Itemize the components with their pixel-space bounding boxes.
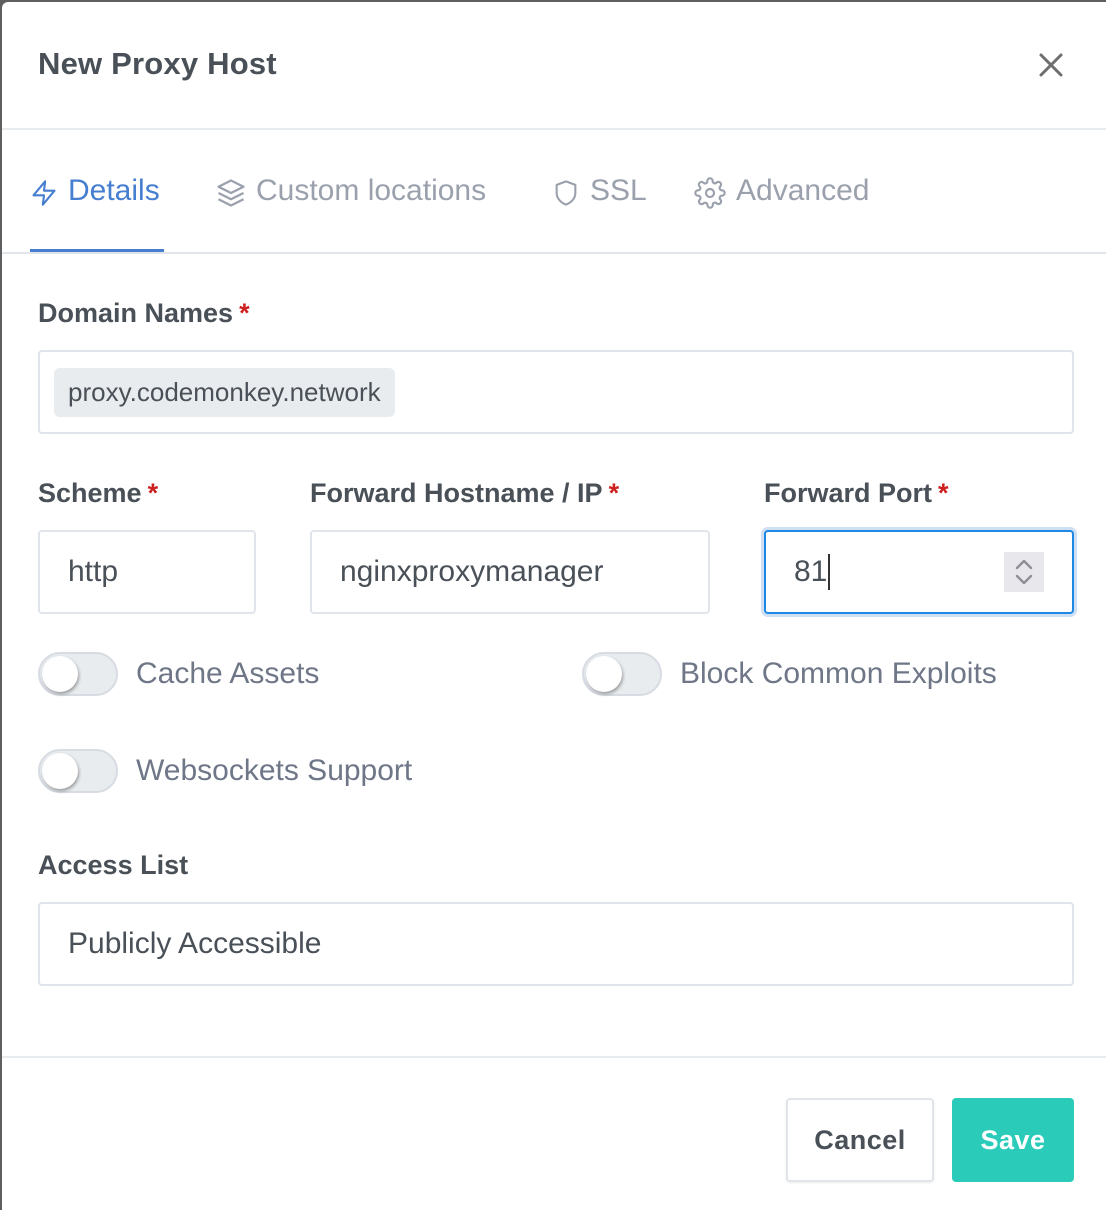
access-list-label: Access List <box>38 850 189 880</box>
lightning-bolt-icon <box>32 180 56 206</box>
tab-advanced[interactable]: Advanced <box>694 174 869 252</box>
cache-assets-toggle[interactable]: Cache Assets <box>38 652 319 696</box>
scheme-label-text: Scheme <box>38 478 142 508</box>
forward-hostname-label: Forward Hostname / IP * <box>310 478 619 509</box>
text-cursor <box>828 554 831 590</box>
layers-icon <box>217 179 245 207</box>
required-marker: * <box>608 478 620 508</box>
scheme-value: http <box>68 555 119 588</box>
toggle-switch[interactable] <box>38 652 118 696</box>
access-list-value: Publicly Accessible <box>68 927 322 960</box>
required-marker: * <box>938 478 949 508</box>
tab-label: Advanced <box>736 174 870 207</box>
forward-hostname-input[interactable]: nginxproxymanager <box>310 530 710 614</box>
tab-ssl[interactable]: SSL <box>552 174 647 252</box>
toggle-label: Websockets Support <box>136 754 413 787</box>
access-list-select[interactable]: Publicly Accessible <box>38 902 1074 986</box>
tab-label: SSL <box>590 174 647 207</box>
forward-port-label-text: Forward Port <box>764 478 933 508</box>
new-proxy-host-modal: New Proxy Host Details Custom locations <box>2 2 1106 1210</box>
domain-names-input[interactable]: proxy.codemonkey.network <box>38 350 1074 434</box>
domain-names-label-text: Domain Names <box>38 298 234 328</box>
forward-port-value: 81 <box>794 555 828 588</box>
required-marker: * <box>239 298 250 328</box>
chevron-up-down-icon <box>1015 559 1033 585</box>
tab-label: Custom locations <box>256 174 487 207</box>
tab-label: Details <box>68 174 160 207</box>
websockets-support-toggle[interactable]: Websockets Support <box>38 749 412 793</box>
toggle-switch[interactable] <box>582 652 662 696</box>
forward-port-label: Forward Port * <box>764 478 949 509</box>
tab-details[interactable]: Details <box>30 174 164 252</box>
toggle-knob <box>586 656 622 692</box>
close-icon <box>1039 53 1063 77</box>
shield-icon <box>555 180 577 206</box>
forward-port-input[interactable]: 81 <box>764 530 1074 614</box>
tab-bar: Details Custom locations SSL Advanced <box>2 130 1106 254</box>
modal-footer: Cancel Save <box>2 1056 1106 1210</box>
save-button[interactable]: Save <box>952 1098 1074 1182</box>
toggle-label: Block Common Exploits <box>680 657 997 690</box>
toggle-switch[interactable] <box>38 749 118 793</box>
modal-header: New Proxy Host <box>2 2 1106 130</box>
toggle-knob <box>42 656 78 692</box>
port-spinner[interactable] <box>1004 552 1044 592</box>
scheme-select[interactable]: http <box>38 530 256 614</box>
block-common-exploits-toggle[interactable]: Block Common Exploits <box>582 652 997 696</box>
required-marker: * <box>147 478 159 508</box>
scheme-label: Scheme * <box>38 478 158 509</box>
forward-hostname-value: nginxproxymanager <box>340 555 604 588</box>
forward-hostname-label-text: Forward Hostname / IP <box>310 478 603 508</box>
modal-title: New Proxy Host <box>38 46 277 81</box>
gear-icon <box>694 177 726 209</box>
domain-tag[interactable]: proxy.codemonkey.network <box>54 367 395 417</box>
domain-names-label: Domain Names * <box>38 298 250 329</box>
close-button[interactable] <box>1036 50 1066 80</box>
toggle-knob <box>42 753 78 789</box>
tab-custom-locations[interactable]: Custom locations <box>216 174 486 252</box>
cancel-button[interactable]: Cancel <box>786 1098 934 1182</box>
toggle-label: Cache Assets <box>136 657 320 690</box>
